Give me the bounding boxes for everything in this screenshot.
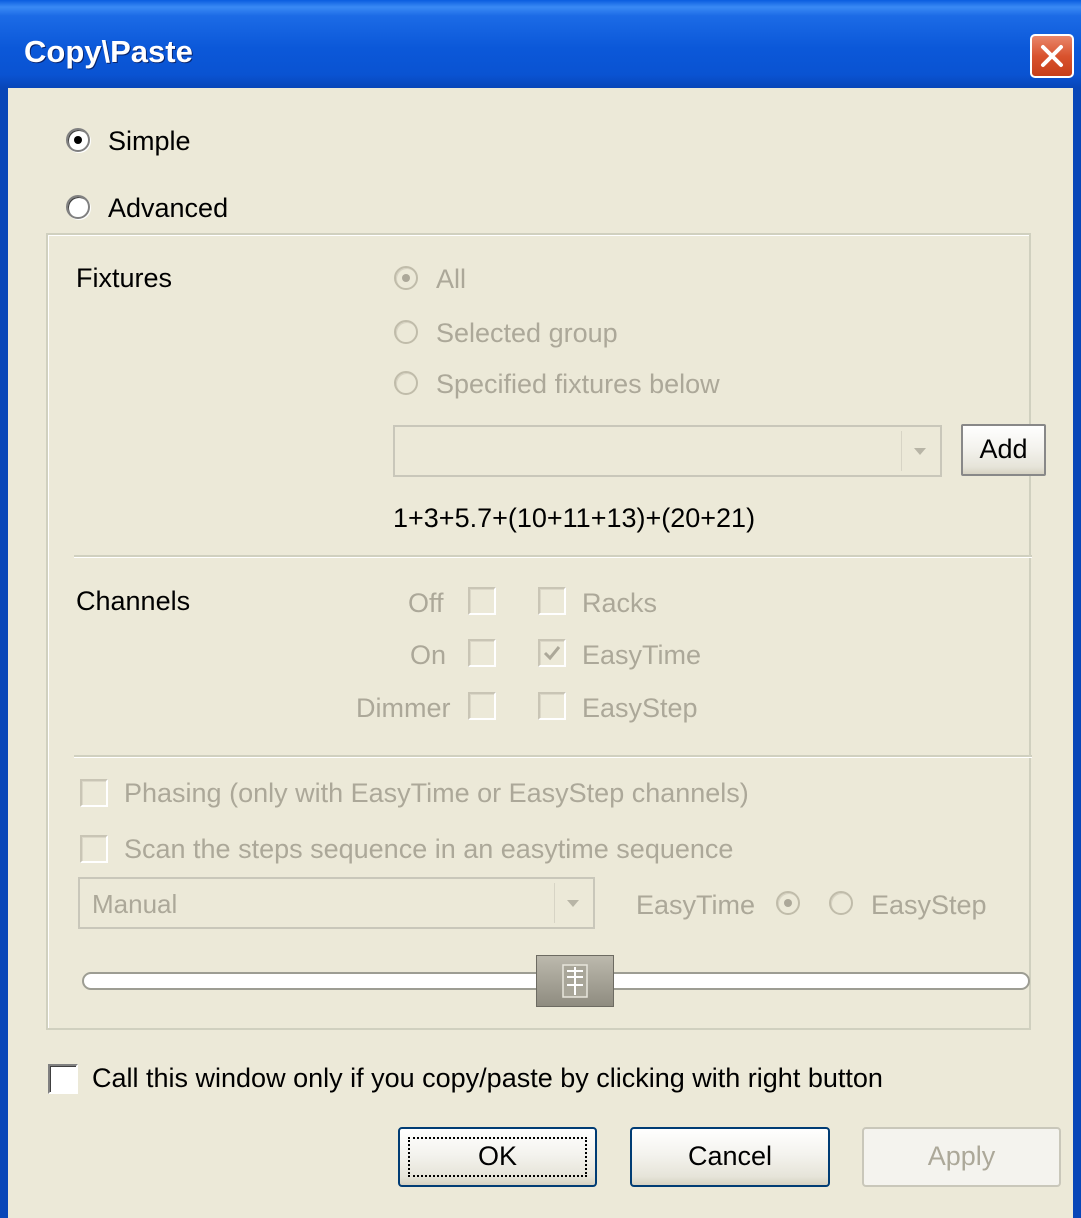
- fixtures-selected-group-radio[interactable]: [394, 320, 418, 344]
- ok-button[interactable]: OK: [398, 1127, 597, 1187]
- easystep-radio[interactable]: [829, 891, 853, 915]
- channel-easytime-label[interactable]: EasyTime: [582, 640, 701, 671]
- simple-label[interactable]: Simple: [108, 126, 191, 157]
- focus-rectangle: [408, 1137, 587, 1177]
- fixtures-specified-radio[interactable]: [394, 371, 418, 395]
- fixtures-all-label[interactable]: All: [436, 264, 466, 295]
- fixtures-selected-group-label[interactable]: Selected group: [436, 318, 618, 349]
- right-click-only-label[interactable]: Call this window only if you copy/paste …: [92, 1063, 883, 1094]
- channel-easytime-checkbox[interactable]: [538, 639, 566, 667]
- window-frame-left: [0, 88, 8, 1218]
- chevron-down-icon[interactable]: [901, 431, 936, 471]
- simple-radio[interactable]: [66, 128, 90, 152]
- chevron-down-icon[interactable]: [554, 883, 589, 923]
- title-bar[interactable]: Copy\Paste: [0, 0, 1081, 88]
- apply-button[interactable]: Apply: [862, 1127, 1061, 1187]
- advanced-label[interactable]: Advanced: [108, 193, 228, 224]
- phasing-label[interactable]: Phasing (only with EasyTime or EasyStep …: [124, 778, 749, 809]
- scan-steps-checkbox[interactable]: [80, 835, 108, 863]
- scan-steps-label[interactable]: Scan the steps sequence in an easytime s…: [124, 834, 733, 865]
- window-title: Copy\Paste: [24, 34, 193, 69]
- channel-on-checkbox[interactable]: [468, 639, 496, 667]
- close-icon: [1041, 45, 1063, 67]
- fixtures-expression: 1+3+5.7+(10+11+13)+(20+21): [393, 503, 756, 533]
- scan-mode-value: Manual: [92, 889, 178, 919]
- copy-paste-dialog: Copy\Paste Simple Advanced Fixtures All …: [0, 0, 1081, 1218]
- cancel-button[interactable]: Cancel: [630, 1127, 830, 1187]
- window-frame-right: [1073, 88, 1081, 1218]
- channel-easystep-label[interactable]: EasyStep: [582, 693, 698, 724]
- channel-on-label: On: [410, 640, 447, 670]
- phasing-checkbox[interactable]: [80, 779, 108, 807]
- divider: [74, 755, 1032, 758]
- channel-off-checkbox[interactable]: [468, 587, 496, 615]
- channel-dimmer-checkbox[interactable]: [468, 692, 496, 720]
- cancel-label: Cancel: [687, 1141, 773, 1171]
- channel-easystep-checkbox[interactable]: [538, 692, 566, 720]
- fixtures-specified-label[interactable]: Specified fixtures below: [436, 369, 720, 400]
- fixtures-combo[interactable]: [393, 425, 942, 477]
- fixtures-all-radio[interactable]: [394, 266, 418, 290]
- slider-grip-icon: [562, 964, 588, 998]
- right-click-only-checkbox[interactable]: [48, 1064, 78, 1094]
- fixtures-heading: Fixtures: [76, 263, 173, 293]
- divider: [74, 555, 1032, 558]
- add-button[interactable]: Add: [961, 424, 1046, 476]
- easytime-option-label[interactable]: EasyTime: [636, 890, 755, 921]
- slider-thumb[interactable]: [535, 955, 614, 1007]
- easytime-radio[interactable]: [776, 891, 800, 915]
- channel-racks-checkbox[interactable]: [538, 587, 566, 615]
- advanced-radio[interactable]: [66, 195, 90, 219]
- channel-racks-label[interactable]: Racks: [582, 588, 657, 619]
- checkmark-icon: [543, 646, 561, 661]
- channel-dimmer-label: Dimmer: [356, 693, 451, 723]
- close-button[interactable]: [1030, 34, 1074, 78]
- scan-mode-combo[interactable]: Manual: [78, 877, 595, 929]
- easystep-option-label[interactable]: EasyStep: [871, 890, 987, 921]
- channel-off-label: Off: [408, 588, 444, 618]
- channels-heading: Channels: [76, 586, 191, 616]
- apply-label: Apply: [927, 1141, 996, 1171]
